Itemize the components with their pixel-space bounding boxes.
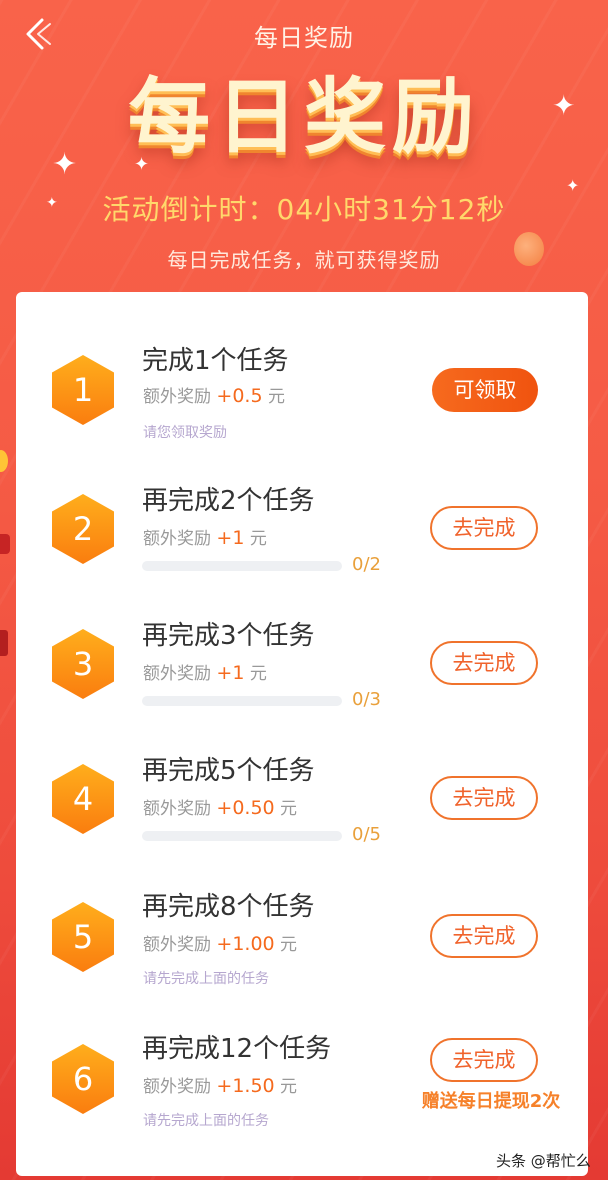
reward-label: 额外奖励 (143, 935, 211, 955)
task-number-badge: 1 (52, 355, 114, 425)
claim-reward-button[interactable]: 可领取 (432, 368, 538, 412)
task-hint: 请先完成上面的任务 (143, 971, 269, 987)
task-row: 2 再完成2个任务 额外奖励 +1 元 0/2 去完成 (16, 460, 588, 590)
red-envelope-icon (0, 534, 10, 554)
go-complete-button[interactable]: 去完成 (430, 641, 538, 685)
countdown-timer: 活动倒计时：04小时31分12秒 (102, 193, 506, 226)
task-title: 再完成2个任务 (142, 486, 315, 516)
reward-label: 额外奖励 (143, 799, 211, 819)
go-complete-button[interactable]: 去完成 (430, 776, 538, 820)
coin-icon (0, 450, 8, 472)
task-title: 再完成8个任务 (142, 892, 315, 922)
reward-unit: 元 (249, 529, 267, 549)
bonus-text: 赠送每日提现2次 (421, 1091, 561, 1112)
task-title: 再完成12个任务 (142, 1034, 332, 1064)
header: 每日奖励 (0, 0, 608, 70)
go-complete-button[interactable]: 去完成 (430, 506, 538, 550)
reward-amount: +0.50 (216, 797, 275, 819)
task-progress-text: 0/5 (352, 824, 381, 845)
task-hint: 请先完成上面的任务 (143, 1113, 269, 1129)
reward-amount: +1.00 (216, 933, 275, 955)
task-row: 4 再完成5个任务 额外奖励 +0.50 元 0/5 去完成 (16, 730, 588, 860)
task-title: 完成1个任务 (142, 346, 289, 376)
page-title: 每日奖励 (254, 24, 354, 52)
reward-amount: +0.5 (216, 385, 263, 407)
reward-label: 额外奖励 (143, 387, 211, 407)
watermark: 头条 @帮忙么 (496, 1152, 591, 1170)
task-number-badge: 4 (52, 764, 114, 834)
task-number-badge: 3 (52, 629, 114, 699)
task-reward: 额外奖励 +1 元 (143, 659, 267, 684)
reward-unit: 元 (280, 799, 298, 819)
reward-unit: 元 (280, 1077, 298, 1097)
task-reward: 额外奖励 +1.50 元 (143, 1072, 297, 1097)
task-progress-bar (142, 696, 342, 706)
task-number-badge: 2 (52, 494, 114, 564)
hero-title: 每日奖励 (127, 70, 480, 165)
task-row: 6 再完成12个任务 额外奖励 +1.50 元 请先完成上面的任务 去完成 赠送… (16, 1009, 588, 1139)
task-progress-bar (142, 561, 342, 571)
reward-amount: +1.50 (216, 1075, 275, 1097)
reward-unit: 元 (249, 664, 267, 684)
task-reward: 额外奖励 +1.00 元 (143, 930, 297, 955)
task-progress-bar (142, 831, 342, 841)
sparkle-icon: ✦ (552, 89, 576, 122)
task-reward: 额外奖励 +0.5 元 (143, 382, 285, 407)
task-title: 再完成5个任务 (142, 756, 315, 786)
task-progress-text: 0/2 (352, 554, 381, 575)
task-row: 3 再完成3个任务 额外奖励 +1 元 0/3 去完成 (16, 595, 588, 725)
task-reward: 额外奖励 +1 元 (143, 524, 267, 549)
sparkle-icon: ✦ (52, 147, 78, 182)
reward-label: 额外奖励 (143, 1077, 211, 1097)
task-title: 再完成3个任务 (142, 621, 315, 651)
reward-unit: 元 (280, 935, 298, 955)
go-complete-button[interactable]: 去完成 (430, 1038, 538, 1082)
coin-icon (514, 232, 544, 266)
reward-unit: 元 (267, 387, 285, 407)
task-row: 1 完成1个任务 额外奖励 +0.5 元 请您领取奖励 可领取 (16, 322, 588, 452)
reward-amount: +1 (216, 662, 245, 684)
reward-amount: +1 (216, 527, 245, 549)
task-reward: 额外奖励 +0.50 元 (143, 794, 297, 819)
task-progress-text: 0/3 (352, 689, 381, 710)
red-envelope-icon (0, 630, 8, 656)
task-card: 1 完成1个任务 额外奖励 +0.5 元 请您领取奖励 可领取 2 再完成2个任… (16, 292, 588, 1176)
task-row: 5 再完成8个任务 额外奖励 +1.00 元 请先完成上面的任务 去完成 (16, 868, 588, 998)
task-number-badge: 6 (52, 1044, 114, 1114)
reward-label: 额外奖励 (143, 664, 211, 684)
task-hint: 请您领取奖励 (143, 425, 227, 441)
reward-label: 额外奖励 (143, 529, 211, 549)
sparkle-icon: ✦ (134, 154, 150, 175)
task-number-badge: 5 (52, 902, 114, 972)
go-complete-button[interactable]: 去完成 (430, 914, 538, 958)
